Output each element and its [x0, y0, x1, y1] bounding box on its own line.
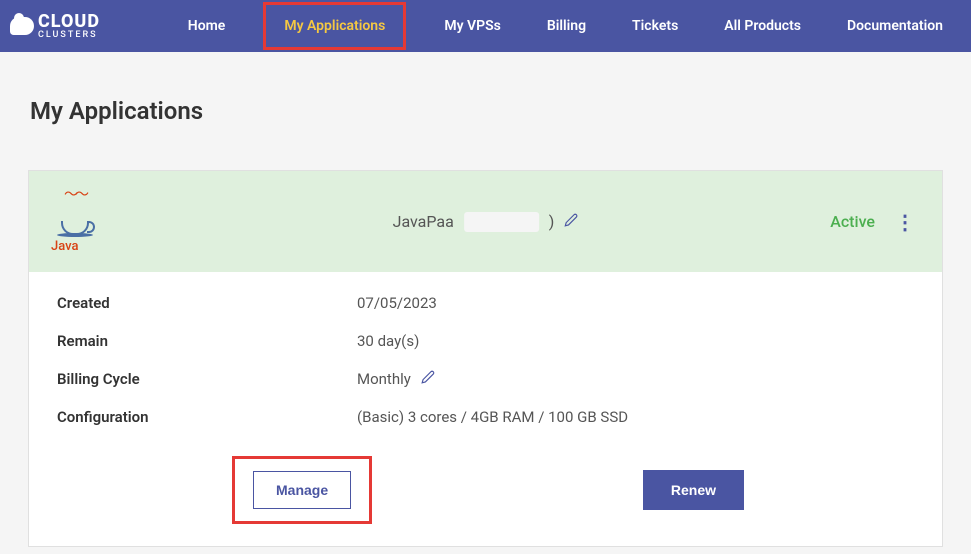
detail-row-configuration: Configuration (Basic) 3 cores / 4GB RAM … [57, 408, 914, 426]
nav-my-applications[interactable]: My Applications [263, 2, 406, 50]
remain-value: 30 day(s) [357, 332, 419, 350]
manage-button-highlight: Manage [232, 456, 372, 524]
brand-logo[interactable]: CLOUD CLUSTERS [10, 13, 100, 40]
brand-text: CLOUD CLUSTERS [38, 13, 100, 40]
nav-billing[interactable]: Billing [539, 2, 594, 50]
configuration-label: Configuration [57, 408, 357, 426]
app-name-prefix: JavaPaa [393, 212, 454, 231]
nav-home[interactable]: Home [180, 2, 234, 50]
created-label: Created [57, 294, 357, 312]
app-name-redacted [464, 212, 539, 232]
nav-all-products[interactable]: All Products [716, 2, 809, 50]
cloud-icon [10, 17, 34, 35]
detail-row-billing-cycle: Billing Cycle Monthly [57, 370, 914, 388]
application-card: ～～ Java JavaPaa ) Active ⋮ Created 07/05… [28, 170, 943, 547]
configuration-value: (Basic) 3 cores / 4GB RAM / 100 GB SSD [357, 408, 628, 426]
billing-cycle-value-container: Monthly [357, 370, 435, 388]
button-row: Manage Renew [57, 456, 914, 524]
application-card-body: Created 07/05/2023 Remain 30 day(s) Bill… [29, 272, 942, 546]
status-badge: Active [830, 212, 875, 231]
application-card-header: ～～ Java JavaPaa ) Active ⋮ [29, 171, 942, 272]
java-label: Java [51, 239, 99, 254]
renew-button[interactable]: Renew [643, 470, 744, 510]
nav-my-vpss[interactable]: My VPSs [436, 2, 509, 50]
top-navbar: CLOUD CLUSTERS Home My Applications My V… [0, 0, 971, 52]
detail-row-created: Created 07/05/2023 [57, 294, 914, 312]
brand-line1: CLOUD [38, 13, 100, 31]
nav-items: Home My Applications My VPSs Billing Tic… [180, 2, 951, 50]
manage-button[interactable]: Manage [253, 471, 351, 509]
remain-label: Remain [57, 332, 357, 350]
java-steam-icon: ～～ [64, 191, 86, 199]
nav-documentation[interactable]: Documentation [839, 2, 951, 50]
java-logo-container: ～～ Java [51, 189, 99, 254]
app-name-suffix: ) [549, 212, 555, 231]
nav-tickets[interactable]: Tickets [624, 2, 686, 50]
page-title: My Applications [30, 97, 971, 125]
edit-name-icon[interactable] [564, 213, 578, 231]
brand-line2: CLUSTERS [38, 31, 100, 40]
app-name-container: JavaPaa ) [393, 212, 579, 232]
java-icon: ～～ [51, 189, 99, 237]
billing-cycle-value: Monthly [357, 370, 411, 388]
billing-cycle-label: Billing Cycle [57, 370, 357, 388]
edit-billing-cycle-icon[interactable] [421, 370, 435, 388]
detail-row-remain: Remain 30 day(s) [57, 332, 914, 350]
kebab-menu-icon[interactable]: ⋮ [895, 210, 914, 234]
created-value: 07/05/2023 [357, 294, 437, 312]
